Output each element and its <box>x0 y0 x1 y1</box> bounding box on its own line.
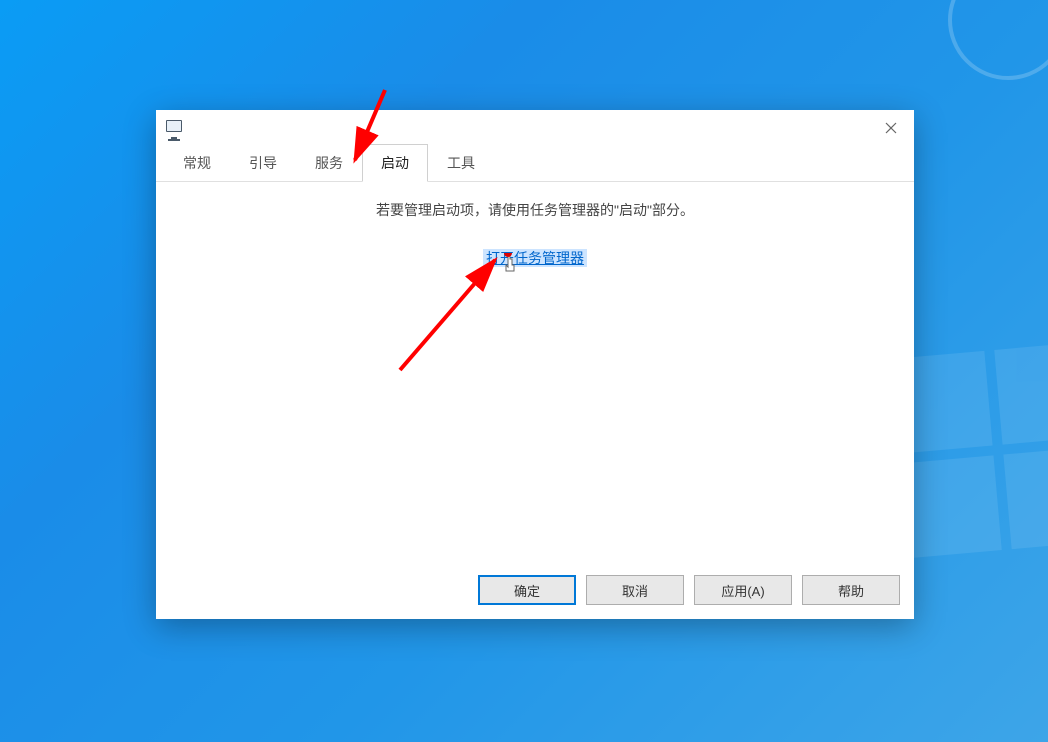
link-container: 打开任务管理器 <box>176 248 894 268</box>
tab-content: 若要管理启动项，请使用任务管理器的"启动"部分。 打开任务管理器 <box>156 182 914 561</box>
tab-tools[interactable]: 工具 <box>428 144 494 181</box>
tab-general[interactable]: 常规 <box>164 144 230 181</box>
decorative-circle <box>948 0 1048 80</box>
apply-button[interactable]: 应用(A) <box>694 575 792 605</box>
ok-button[interactable]: 确定 <box>478 575 576 605</box>
app-icon <box>166 120 184 136</box>
button-bar: 确定 取消 应用(A) 帮助 <box>156 561 914 619</box>
tab-services[interactable]: 服务 <box>296 144 362 181</box>
window-titlebar <box>156 110 914 146</box>
tabs-container: 常规 引导 服务 启动 工具 <box>156 146 914 182</box>
help-button[interactable]: 帮助 <box>802 575 900 605</box>
close-button[interactable] <box>868 113 914 143</box>
tab-startup[interactable]: 启动 <box>362 144 428 182</box>
titlebar-left <box>166 120 184 136</box>
system-config-window: 常规 引导 服务 启动 工具 若要管理启动项，请使用任务管理器的"启动"部分。 … <box>156 110 914 619</box>
instruction-text: 若要管理启动项，请使用任务管理器的"启动"部分。 <box>176 200 894 220</box>
tab-boot[interactable]: 引导 <box>230 144 296 181</box>
cancel-button[interactable]: 取消 <box>586 575 684 605</box>
open-task-manager-link[interactable]: 打开任务管理器 <box>483 249 587 267</box>
